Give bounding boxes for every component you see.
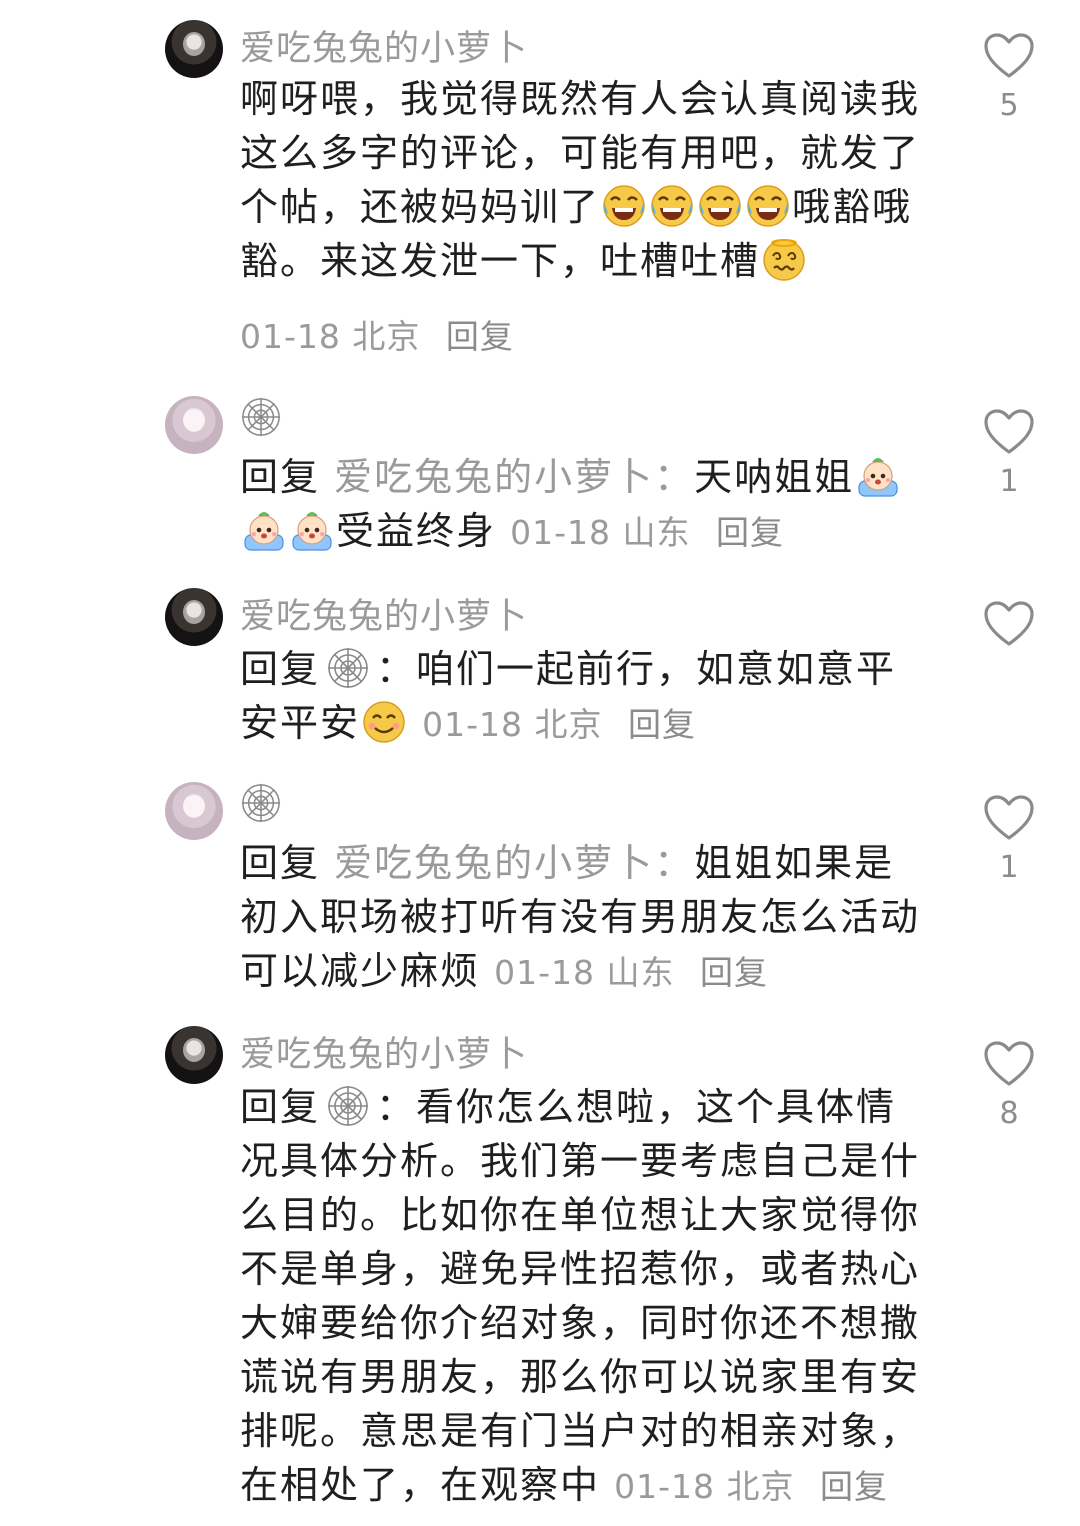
like-button[interactable]: 1 — [982, 794, 1036, 885]
reply-link[interactable]: 回复 — [628, 705, 696, 744]
spider-web-username-icon[interactable] — [240, 782, 282, 824]
reply-prefix: 回复 — [240, 647, 321, 691]
comment-meta: 01-18 北京 回复 — [422, 705, 696, 744]
reply-link[interactable]: 回复 — [820, 1467, 888, 1506]
avatar[interactable] — [165, 20, 223, 78]
like-button[interactable]: 5 — [982, 32, 1036, 123]
comment-location: 北京 — [726, 1467, 795, 1506]
comment-date: 01-18 — [494, 953, 595, 992]
like-count: 8 — [999, 1096, 1019, 1131]
reply-prefix: 回复 — [240, 1085, 321, 1129]
reply-link[interactable]: 回复 — [700, 953, 768, 992]
heart-icon — [983, 1040, 1035, 1088]
avatar[interactable] — [165, 396, 223, 454]
heart-icon — [983, 408, 1035, 456]
heart-icon — [983, 794, 1035, 842]
reply-link[interactable]: 回复 — [446, 317, 514, 356]
comment-date: 01-18 — [614, 1467, 715, 1506]
avatar[interactable] — [165, 1026, 223, 1084]
dizzy-emoji-icon — [762, 238, 806, 282]
comment-text: 回复 ：看你怎么想啦，这个具体情况具体分析。我们第一要考虑自己是什么目的。比如你在… — [240, 1084, 921, 1507]
comment-text: 回复 爱吃兔兔的小萝卜：天呐姐姐受益终身 01-18 山东 回复 — [240, 450, 930, 560]
comment-meta: 01-18 北京 回复 — [614, 1467, 888, 1506]
comment-meta: 01-18 山东 回复 — [494, 953, 768, 992]
comment-text: 回复 ：咱们一起前行，如意如意平安平安 01-18 北京 回复 — [240, 646, 897, 745]
crying-baby-emoji-icon — [290, 508, 334, 552]
comment-date: 01-18 — [510, 513, 611, 552]
reply-target-username[interactable]: 爱吃兔兔的小萝卜： — [334, 455, 694, 499]
like-count: 1 — [999, 464, 1019, 499]
like-count: 1 — [999, 850, 1019, 885]
comment-location: 北京 — [534, 705, 603, 744]
comment-location: 山东 — [606, 953, 675, 992]
avatar[interactable] — [165, 782, 223, 840]
comment-date: 01-18 — [422, 705, 523, 744]
like-button[interactable]: 1 — [982, 408, 1036, 499]
reply-link[interactable]: 回复 — [716, 513, 784, 552]
comment-meta: 01-18 北京 回复 — [240, 310, 514, 358]
comment-date: 01-18 — [240, 317, 341, 356]
laughing-crying-emoji-icon — [602, 184, 646, 228]
heart-icon — [983, 32, 1035, 80]
reply-target-username[interactable]: 爱吃兔兔的小萝卜： — [334, 841, 694, 885]
comment-location: 山东 — [622, 513, 691, 552]
spider-web-username-icon[interactable] — [326, 646, 370, 690]
like-button[interactable] — [982, 600, 1036, 656]
comment-text: 回复 爱吃兔兔的小萝卜：姐姐如果是初入职场被打听有没有男朋友怎么活动可以减少麻烦… — [240, 841, 921, 993]
laughing-crying-emoji-icon — [650, 184, 694, 228]
reply-prefix: 回复 — [240, 455, 321, 499]
comment-username[interactable]: 爱吃兔兔的小萝卜 — [240, 588, 528, 639]
laughing-crying-emoji-icon — [746, 184, 790, 228]
heart-icon — [983, 600, 1035, 648]
comment-meta: 01-18 山东 回复 — [510, 513, 784, 552]
like-button[interactable]: 8 — [982, 1040, 1036, 1131]
reply-prefix: 回复 — [240, 841, 321, 885]
spider-web-username-icon[interactable] — [240, 396, 282, 438]
crying-baby-emoji-icon — [242, 508, 286, 552]
laughing-crying-emoji-icon — [698, 184, 742, 228]
smiling-emoji-icon — [362, 700, 406, 744]
avatar[interactable] — [165, 588, 223, 646]
comment-text: 啊呀喂，我觉得既然有人会认真阅读我这么多字的评论，可能有用吧，就发了个帖，还被妈… — [240, 77, 921, 283]
comment-location: 北京 — [352, 317, 421, 356]
crying-baby-emoji-icon — [856, 454, 900, 498]
like-count: 5 — [999, 88, 1019, 123]
spider-web-username-icon[interactable] — [326, 1084, 370, 1128]
comment-username[interactable]: 爱吃兔兔的小萝卜 — [240, 20, 528, 71]
comment-username[interactable]: 爱吃兔兔的小萝卜 — [240, 1026, 528, 1077]
